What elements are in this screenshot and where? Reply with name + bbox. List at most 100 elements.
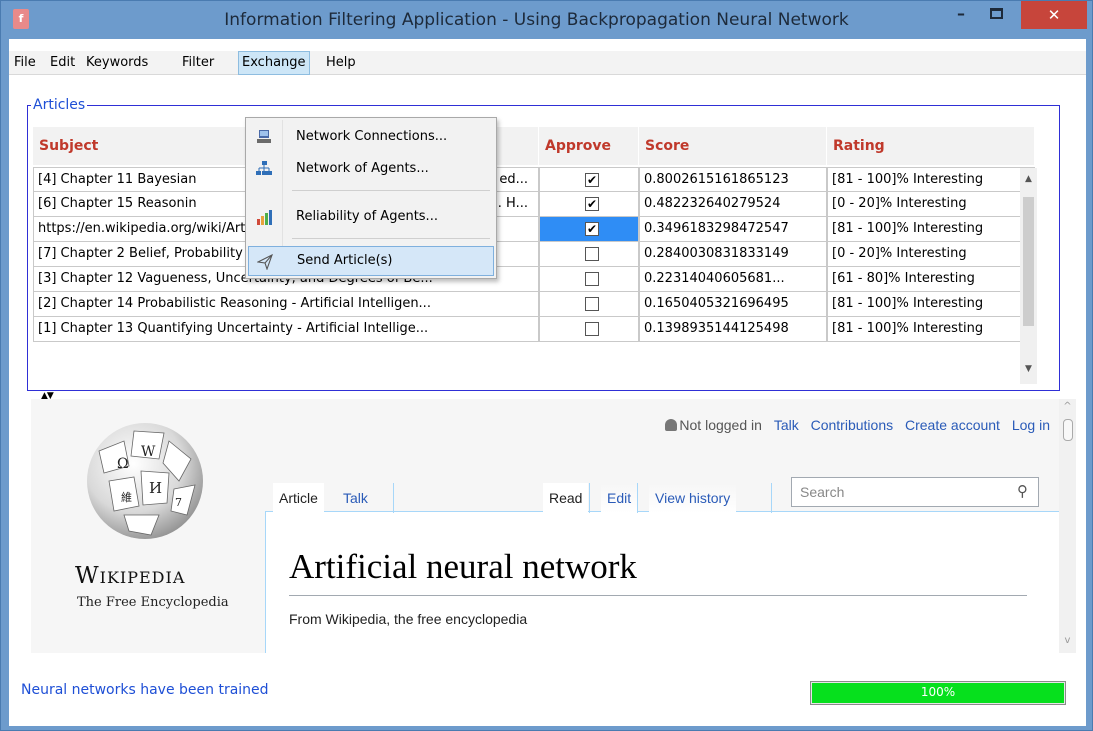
scroll-up-icon[interactable]: ^ bbox=[1059, 401, 1076, 412]
menu-help[interactable]: Help bbox=[323, 51, 359, 75]
column-header-score[interactable]: Score bbox=[639, 127, 827, 165]
wikipedia-wordmark[interactable]: Wikipedia bbox=[75, 563, 185, 589]
close-button[interactable]: ✕ bbox=[1021, 1, 1087, 29]
embedded-browser: Ω W И 維 7 Wikipedia The Free Encyclopedi… bbox=[31, 399, 1076, 653]
table-row[interactable]: [2] Chapter 14 Probabilistic Reasoning -… bbox=[33, 292, 1035, 317]
subject-text-tail: . H... bbox=[497, 196, 528, 211]
subject-text: [4] Chapter 11 Bayesian bbox=[38, 172, 197, 187]
cell-score: 0.1398935144125498 bbox=[639, 317, 827, 342]
tab-read[interactable]: Read bbox=[543, 483, 589, 513]
cell-score: 0.1650405321696495 bbox=[639, 292, 827, 317]
menu-edit[interactable]: Edit bbox=[47, 51, 78, 75]
menu-item-network-connections[interactable]: Network Connections... bbox=[248, 122, 494, 152]
scroll-thumb[interactable] bbox=[1063, 419, 1073, 441]
column-header-rating[interactable]: Rating bbox=[827, 127, 1035, 165]
subject-text: [2] Chapter 14 Probabilistic Reasoning -… bbox=[38, 296, 431, 311]
title-divider bbox=[289, 595, 1027, 596]
cell-subject[interactable]: [2] Chapter 14 Probabilistic Reasoning -… bbox=[33, 292, 539, 317]
tab-article[interactable]: Article bbox=[273, 483, 324, 513]
wiki-search-input[interactable]: Search ⚲ bbox=[791, 477, 1039, 507]
menu-separator bbox=[292, 190, 490, 191]
training-progress-bar: 100% bbox=[810, 681, 1066, 705]
approve-checkbox[interactable] bbox=[585, 322, 599, 336]
article-subtitle: From Wikipedia, the free encyclopedia bbox=[289, 611, 528, 627]
user-icon bbox=[665, 419, 678, 431]
cell-score: 0.8002615161865123 bbox=[639, 167, 827, 192]
subject-text: [1] Chapter 13 Quantifying Uncertainty -… bbox=[38, 321, 429, 336]
network-agents-icon bbox=[256, 161, 272, 175]
approve-checkbox[interactable] bbox=[585, 247, 599, 261]
approve-checkbox[interactable] bbox=[585, 272, 599, 286]
talk-link[interactable]: Talk bbox=[774, 417, 799, 433]
menu-exchange[interactable]: Exchange bbox=[238, 51, 310, 75]
svg-text:Ω: Ω bbox=[117, 456, 129, 472]
approve-checkbox[interactable]: ✔ bbox=[585, 222, 599, 236]
cell-rating: [61 - 80]% Interesting bbox=[827, 267, 1035, 292]
cell-score: 0.22314040605681... bbox=[639, 267, 827, 292]
approve-checkbox[interactable]: ✔ bbox=[585, 197, 599, 211]
subject-text: [6] Chapter 15 Reasonin bbox=[38, 196, 197, 211]
table-row[interactable]: [7] Chapter 2 Belief, Probability and Ex… bbox=[33, 242, 1035, 267]
approve-checkbox[interactable]: ✔ bbox=[585, 173, 599, 187]
menu-item-network-of-agents[interactable]: Network of Agents... bbox=[248, 154, 494, 184]
personal-tools: Not logged in Talk Contributions Create … bbox=[657, 417, 1050, 433]
cell-approve bbox=[539, 267, 639, 292]
tab-view-history[interactable]: View history bbox=[649, 483, 737, 513]
tab-talk[interactable]: Talk bbox=[337, 483, 374, 513]
title-bar[interactable]: f Information Filtering Application - Us… bbox=[1, 1, 1092, 39]
menu-item-label: Network of Agents... bbox=[296, 161, 429, 176]
tab-separator bbox=[637, 483, 638, 513]
menu-bar: File Edit Keywords Filter Exchange Help bbox=[9, 51, 1086, 75]
approve-checkbox[interactable] bbox=[585, 297, 599, 311]
table-row[interactable]: https://en.wikipedia.org/wiki/Artificial… bbox=[33, 217, 1035, 242]
menu-item-label: Send Article(s) bbox=[297, 253, 393, 268]
exchange-menu-dropdown: Network Connections... Network of Agents… bbox=[245, 117, 497, 279]
contributions-link[interactable]: Contributions bbox=[811, 417, 894, 433]
table-row[interactable]: [6] Chapter 15 Reasonin . H... ✔ 0.48223264… bbox=[33, 192, 1035, 217]
search-icon[interactable]: ⚲ bbox=[1017, 482, 1028, 500]
menu-item-label: Network Connections... bbox=[296, 129, 448, 144]
menu-filter[interactable]: Filter bbox=[179, 51, 217, 75]
maximize-icon bbox=[989, 8, 1003, 19]
cell-approve: ✔ bbox=[539, 192, 639, 217]
svg-text:7: 7 bbox=[175, 496, 182, 509]
cell-approve bbox=[539, 317, 639, 342]
scroll-up-icon[interactable]: ▲ bbox=[1020, 174, 1037, 184]
table-scrollbar[interactable]: ▲ ▼ bbox=[1020, 168, 1037, 384]
article-title: Artificial neural network bbox=[289, 547, 637, 586]
tab-edit[interactable]: Edit bbox=[601, 483, 638, 513]
progress-label: 100% bbox=[920, 685, 956, 699]
scroll-thumb[interactable] bbox=[1023, 197, 1034, 326]
tab-separator bbox=[589, 483, 590, 513]
send-icon bbox=[257, 254, 273, 270]
bar-chart-icon bbox=[257, 210, 272, 225]
scroll-down-icon[interactable]: v bbox=[1059, 635, 1076, 646]
menu-file[interactable]: File bbox=[11, 51, 39, 75]
wikipedia-globe-icon[interactable]: Ω W И 維 7 bbox=[79, 411, 209, 546]
cell-score: 0.2840030831833149 bbox=[639, 242, 827, 267]
maximize-button[interactable] bbox=[981, 1, 1011, 29]
cell-approve bbox=[539, 292, 639, 317]
cell-rating: [81 - 100]% Interesting bbox=[827, 317, 1035, 342]
menu-item-label: Reliability of Agents... bbox=[296, 209, 438, 224]
browser-scrollbar[interactable]: ^ v bbox=[1059, 399, 1076, 653]
scroll-down-icon[interactable]: ▼ bbox=[1020, 364, 1037, 374]
menu-item-reliability-of-agents[interactable]: Reliability of Agents... bbox=[248, 202, 494, 232]
table-row[interactable]: [1] Chapter 13 Quantifying Uncertainty -… bbox=[33, 317, 1035, 342]
subject-text-tail: ed... bbox=[499, 172, 528, 187]
log-in-link[interactable]: Log in bbox=[1012, 417, 1050, 433]
svg-text:И: И bbox=[149, 479, 162, 497]
svg-text:維: 維 bbox=[121, 491, 132, 504]
cell-subject[interactable]: [1] Chapter 13 Quantifying Uncertainty -… bbox=[33, 317, 539, 342]
cell-approve bbox=[539, 242, 639, 267]
create-account-link[interactable]: Create account bbox=[905, 417, 1000, 433]
menu-separator bbox=[292, 238, 490, 239]
table-row[interactable]: [3] Chapter 12 Vagueness, Uncertainty, a… bbox=[33, 267, 1035, 292]
cell-score: 0.3496183298472547 bbox=[639, 217, 827, 242]
column-header-approve[interactable]: Approve bbox=[539, 127, 639, 165]
table-row[interactable]: [4] Chapter 11 Bayesian ed... ✔ 0.800261516… bbox=[33, 167, 1035, 192]
articles-legend: Articles bbox=[31, 97, 88, 113]
menu-item-send-articles[interactable]: Send Article(s) bbox=[248, 246, 494, 276]
minimize-button[interactable]: – bbox=[947, 1, 975, 29]
menu-keywords[interactable]: Keywords bbox=[83, 51, 151, 75]
